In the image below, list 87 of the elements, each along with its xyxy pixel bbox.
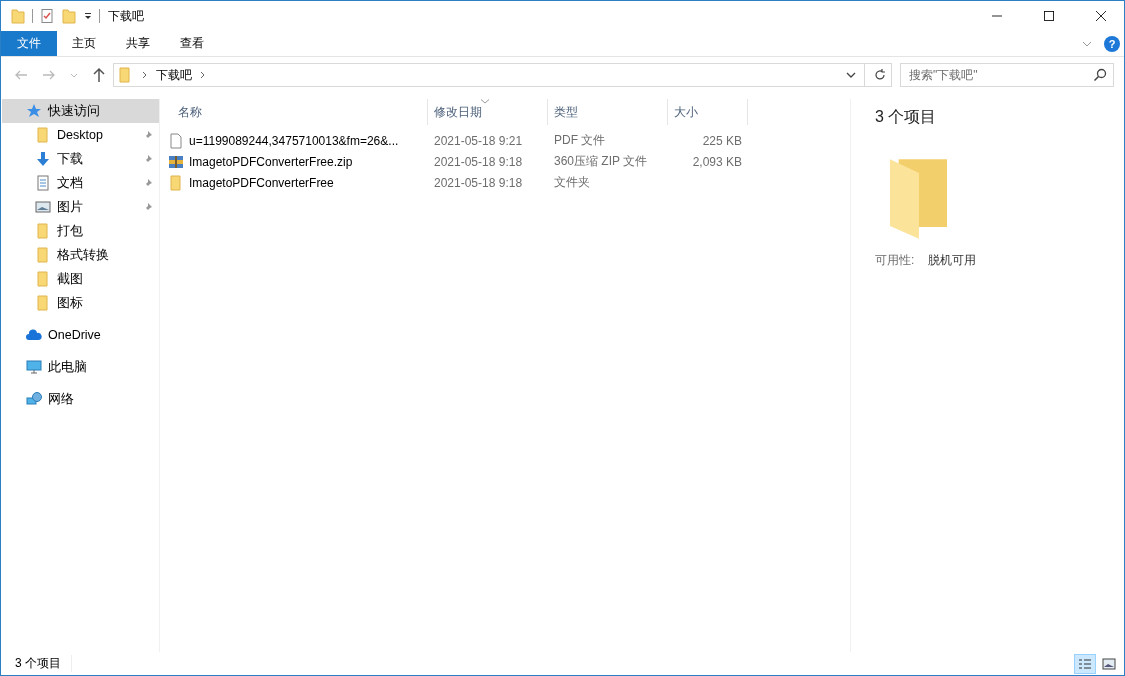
window-title: 下载吧 [108, 7, 144, 25]
nav-label: Desktop [57, 128, 103, 142]
type-cell: 文件夹 [554, 174, 590, 191]
search-icon [1093, 68, 1107, 82]
folder-icon [35, 223, 51, 239]
file-name[interactable]: ImagetoPDFConverterFree.zip [189, 154, 353, 169]
dropdown-icon[interactable] [846, 70, 856, 80]
close-icon [1096, 11, 1106, 21]
refresh-icon[interactable] [873, 68, 887, 82]
column-label: 大小 [674, 103, 698, 121]
nav-label: 此电脑 [48, 358, 87, 376]
nav-item[interactable]: 截图 [2, 267, 159, 291]
status-text: 3 个项目 [15, 655, 72, 672]
large-icons-view-icon [1102, 656, 1116, 671]
view-button[interactable] [1074, 653, 1096, 674]
breadcrumb[interactable]: 下载吧 [156, 66, 192, 84]
details-view-icon [1078, 656, 1092, 671]
star-icon [26, 103, 42, 119]
properties-icon[interactable] [39, 8, 55, 24]
folder-icon [35, 271, 51, 287]
up-icon[interactable] [91, 67, 107, 83]
ribbon-tab[interactable]: 共享 [111, 31, 165, 56]
chevron-icon[interactable] [142, 71, 148, 79]
size-cell: 225 KB [702, 133, 742, 148]
ribbon-tab[interactable]: 主页 [57, 31, 111, 56]
cloud-icon [26, 327, 42, 343]
nav-label: 文档 [57, 174, 83, 192]
picture-icon [35, 199, 51, 215]
column-header[interactable]: 类型 [548, 99, 668, 125]
nav-label: 下载 [57, 150, 83, 168]
nav-label: 网络 [48, 390, 74, 408]
type-cell: 360压缩 ZIP 文件 [554, 153, 648, 170]
address-bar[interactable]: 下载吧 [113, 63, 892, 87]
nav-label: 打包 [57, 222, 83, 240]
computer-icon [26, 359, 42, 375]
nav-item[interactable]: 打包 [2, 219, 159, 243]
folder-icon [35, 295, 51, 311]
nav-item[interactable]: 快速访问 [2, 99, 159, 123]
folder-icon[interactable] [10, 8, 26, 24]
date-cell: 2021-05-18 9:18 [434, 154, 523, 169]
nav-label: OneDrive [48, 328, 101, 342]
size-cell: 2,093 KB [692, 154, 742, 169]
nav-item[interactable]: 格式转换 [2, 243, 159, 267]
dropdown-icon[interactable] [83, 11, 93, 21]
nav-label: 截图 [57, 270, 83, 288]
folder-icon [168, 174, 184, 191]
folder-icon [35, 127, 51, 143]
maximize-icon [1044, 11, 1054, 21]
nav-item[interactable]: 下载 [2, 147, 159, 171]
column-label: 名称 [178, 103, 202, 121]
column-header[interactable]: 修改日期 [428, 99, 548, 125]
file-icon [168, 132, 184, 149]
nav-item[interactable]: 此电脑 [2, 355, 159, 379]
ribbon-tab[interactable]: 查看 [165, 31, 219, 56]
nav-item[interactable]: 文档 [2, 171, 159, 195]
nav-item[interactable]: OneDrive [2, 323, 159, 347]
date-cell: 2021-05-18 9:21 [434, 133, 523, 148]
property-value: 脱机可用 [928, 252, 977, 269]
search-box[interactable]: 搜索"下载吧" [900, 63, 1114, 87]
nav-label: 图标 [57, 294, 83, 312]
folder-icon [35, 247, 51, 263]
archive-icon [168, 153, 184, 170]
column-label: 修改日期 [434, 103, 482, 121]
folder-icon [889, 158, 947, 240]
file-name[interactable]: ImagetoPDFConverterFree [189, 175, 334, 190]
column-header[interactable]: 名称 [160, 99, 428, 125]
nav-label: 格式转换 [57, 246, 109, 264]
property-label: 可用性: [875, 252, 915, 269]
nav-label: 图片 [57, 198, 83, 216]
chevron-icon[interactable] [200, 71, 206, 79]
item-count: 3 个项目 [875, 107, 938, 127]
file-name[interactable]: u=1199089244,3475710013&fm=26&... [189, 133, 399, 148]
nav-item[interactable]: 图标 [2, 291, 159, 315]
type-cell: PDF 文件 [554, 132, 606, 149]
network-icon [26, 391, 42, 407]
column-header[interactable]: 大小 [668, 99, 748, 125]
nav-item[interactable]: 网络 [2, 387, 159, 411]
nav-item[interactable]: Desktop [2, 123, 159, 147]
nav-label: 快速访问 [48, 102, 100, 120]
document-icon [35, 175, 51, 191]
ribbon-tab[interactable]: 文件 [1, 31, 57, 56]
new-folder-icon[interactable] [61, 8, 77, 24]
column-label: 类型 [554, 103, 578, 121]
down-arrow-icon [35, 151, 51, 167]
nav-item[interactable]: 图片 [2, 195, 159, 219]
help-icon[interactable]: ? [1104, 35, 1120, 52]
date-cell: 2021-05-18 9:18 [434, 175, 523, 190]
